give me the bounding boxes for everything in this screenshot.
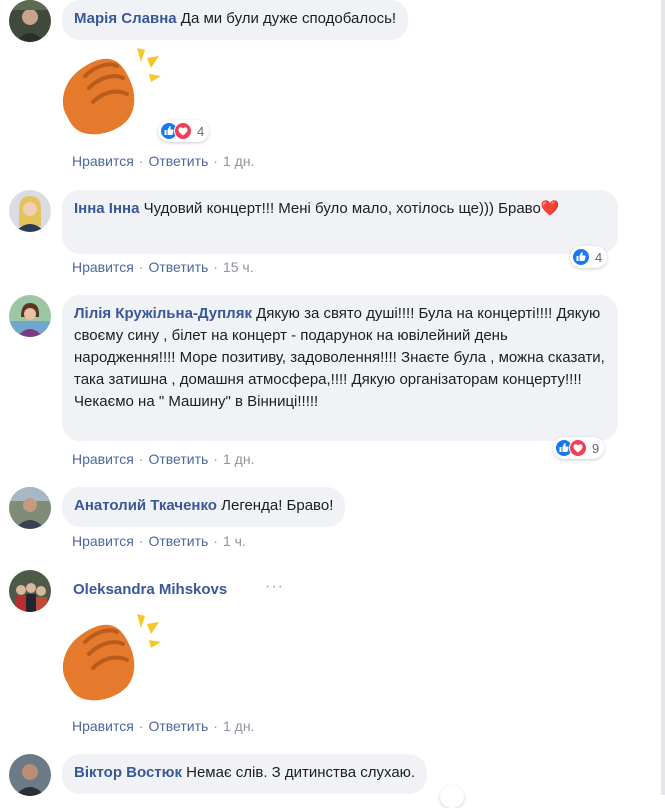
reply-link[interactable]: Ответить xyxy=(148,153,208,169)
reply-link[interactable]: Ответить xyxy=(148,718,208,734)
avatar[interactable] xyxy=(9,190,51,232)
comment-time[interactable]: 1 ч. xyxy=(223,533,246,549)
separator: · xyxy=(213,533,218,549)
love-reaction-icon xyxy=(174,122,192,140)
clapping-hands-sticker xyxy=(62,48,161,135)
avatar[interactable] xyxy=(9,754,51,796)
separator: · xyxy=(138,718,144,734)
separator: · xyxy=(213,451,218,467)
reaction-count: 4 xyxy=(595,249,603,265)
comment-text: Чудовий концерт!!! Мені було мало, хотіл… xyxy=(143,200,541,217)
comment-bubble: Анатолий Ткаченко Легенда! Браво! xyxy=(62,487,346,527)
love-reaction-icon xyxy=(569,439,587,457)
reaction-count: 4 xyxy=(197,123,205,139)
comment-time[interactable]: 15 ч. xyxy=(223,259,254,275)
comment-time[interactable]: 1 дн. xyxy=(223,718,254,734)
scrollbar[interactable] xyxy=(661,0,665,795)
comment-text: Да ми були дуже сподобалось! xyxy=(180,10,397,27)
comment-actions: Нравится · Ответить · 1 дн. xyxy=(72,153,254,169)
avatar[interactable] xyxy=(9,570,51,612)
like-reaction-icon xyxy=(572,248,590,266)
reply-link[interactable]: Ответить xyxy=(148,451,208,467)
comment-author[interactable]: Лілія Кружільна-Дупляк xyxy=(74,305,252,322)
comment-bubble: Віктор Востюк Немає слів. З дитинства сл… xyxy=(62,754,428,794)
separator: · xyxy=(138,259,144,275)
clapping-hands-sticker xyxy=(62,614,161,701)
like-link[interactable]: Нравится xyxy=(72,259,134,275)
comment-author[interactable]: Oleksandra Mihskovs xyxy=(73,581,227,598)
separator: · xyxy=(213,259,218,275)
avatar[interactable] xyxy=(9,295,51,337)
comment-text: Легенда! Браво! xyxy=(221,497,334,514)
comment-text: Немає слів. З дитинства слухаю. xyxy=(186,764,416,781)
reaction-summary[interactable]: 4 xyxy=(570,246,608,268)
like-link[interactable]: Нравится xyxy=(72,153,134,169)
avatar[interactable] xyxy=(9,487,51,529)
comment-time[interactable]: 1 дн. xyxy=(223,153,254,169)
comment-bubble: Марія Славна Да ми були дуже сподобалось… xyxy=(62,0,409,40)
comment-author[interactable]: Анатолий Ткаченко xyxy=(74,497,217,514)
heart-emoji: ❤️ xyxy=(540,200,560,217)
comment-actions: Нравится · Ответить · 15 ч. xyxy=(72,259,254,275)
like-link[interactable]: Нравится xyxy=(72,718,134,734)
more-options-icon[interactable]: ··· xyxy=(265,578,284,596)
avatar[interactable] xyxy=(9,0,51,42)
comment-time[interactable]: 1 дн. xyxy=(223,451,254,467)
like-link[interactable]: Нравится xyxy=(72,533,134,549)
comment-actions: Нравится · Ответить · 1 дн. xyxy=(72,718,254,734)
reply-link[interactable]: Ответить xyxy=(148,259,208,275)
separator: · xyxy=(213,153,218,169)
comment-author[interactable]: Марія Славна xyxy=(74,10,177,27)
reaction-summary[interactable] xyxy=(440,786,464,808)
comment-author[interactable]: Інна Інна xyxy=(74,200,139,217)
comment-actions: Нравится · Ответить · 1 ч. xyxy=(72,533,246,549)
reply-link[interactable]: Ответить xyxy=(148,533,208,549)
separator: · xyxy=(138,451,144,467)
reaction-summary[interactable]: 4 xyxy=(158,120,210,142)
reaction-summary[interactable]: 9 xyxy=(553,437,605,459)
reaction-count: 9 xyxy=(592,440,600,456)
separator: · xyxy=(213,718,218,734)
comment-actions: Нравится · Ответить · 1 дн. xyxy=(72,451,254,467)
separator: · xyxy=(138,153,144,169)
comment-bubble: Лілія Кружільна-Дупляк Дякую за свято ду… xyxy=(62,295,618,441)
like-link[interactable]: Нравится xyxy=(72,451,134,467)
comment-author[interactable]: Віктор Востюк xyxy=(74,764,182,781)
comment-bubble: Інна Інна Чудовий концерт!!! Мені було м… xyxy=(62,190,618,254)
separator: · xyxy=(138,533,144,549)
